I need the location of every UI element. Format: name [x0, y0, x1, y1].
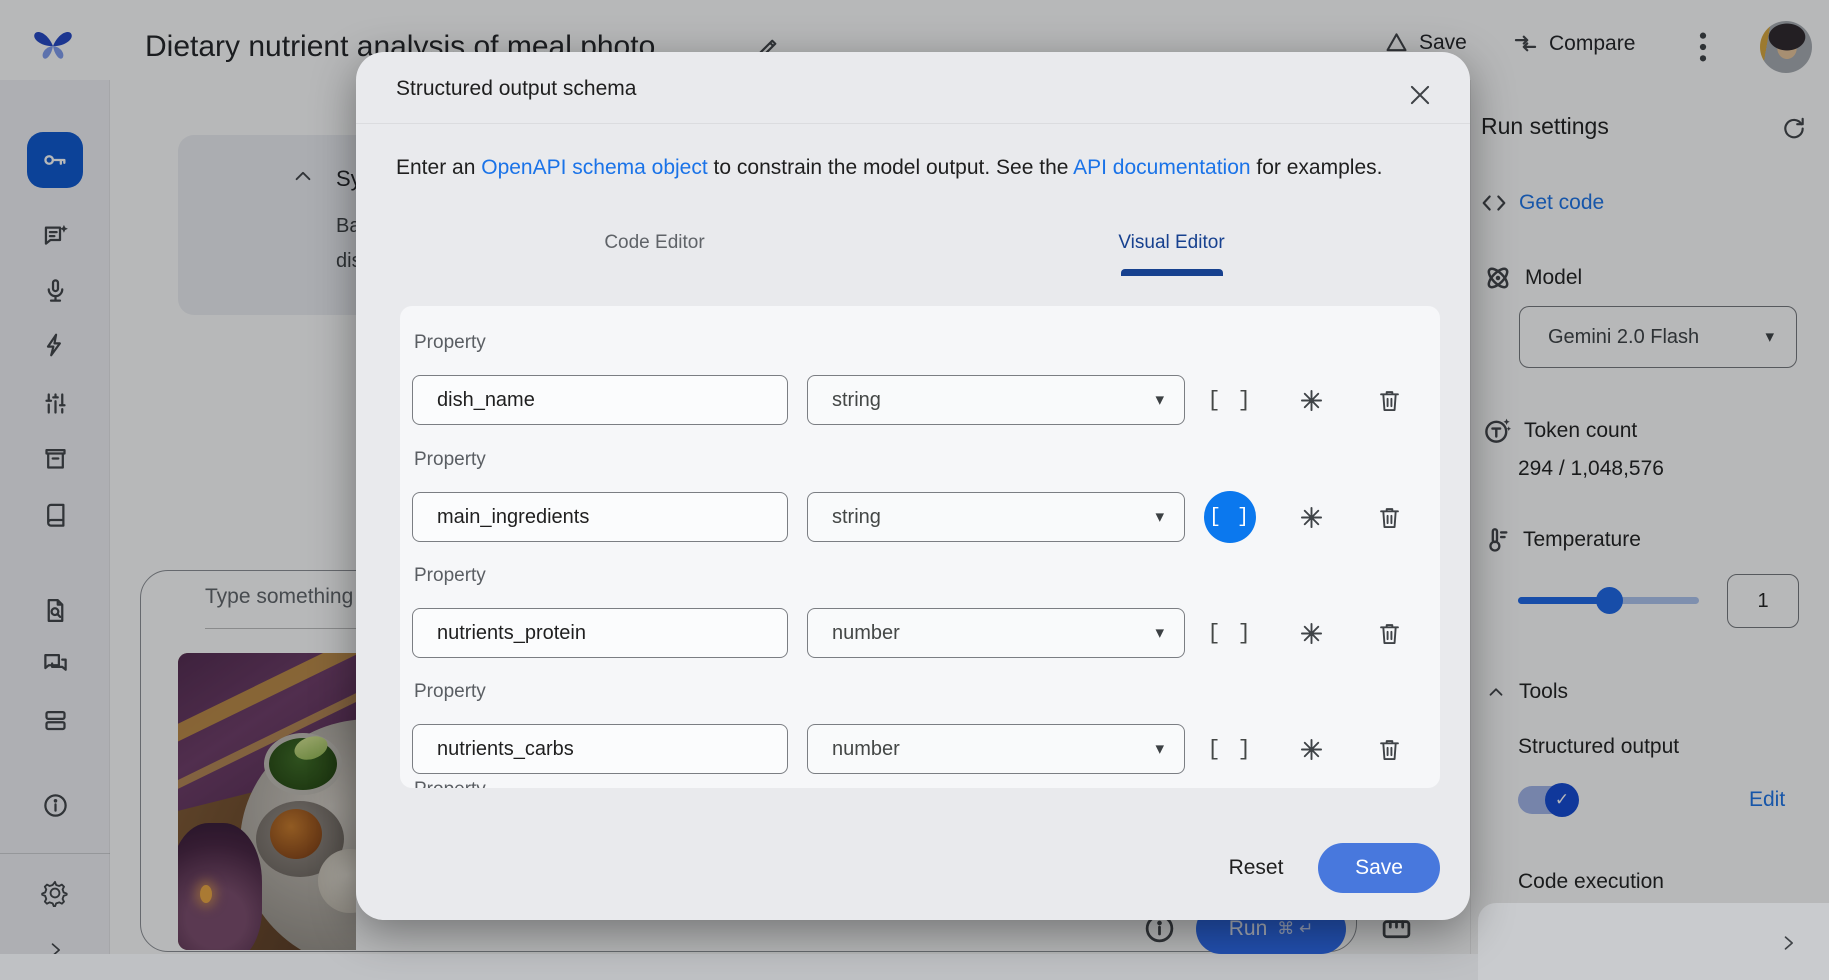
delete-property-trash-icon[interactable]: [1376, 736, 1403, 763]
property-label: Property: [414, 565, 486, 587]
property-name-input[interactable]: dish_name: [412, 375, 788, 425]
app-window: Dietary nutrient analysis of meal photo …: [0, 0, 1829, 980]
tab-visual-editor-label: Visual Editor: [1118, 232, 1224, 254]
property-type-value: string: [832, 389, 881, 412]
delete-property-trash-icon[interactable]: [1376, 504, 1403, 531]
type-caret-icon: ▾: [1155, 390, 1164, 410]
schema-properties-panel: Property dish_name string ▾ [ ] Property…: [400, 306, 1440, 788]
property-label-clipped: Property: [414, 779, 486, 788]
array-brackets-icon: [ ]: [1198, 734, 1262, 764]
schema-reset-button[interactable]: Reset: [1216, 843, 1296, 893]
expand-panel-chevron-icon[interactable]: [1778, 933, 1798, 953]
property-label: Property: [414, 681, 486, 703]
type-caret-icon: ▾: [1155, 739, 1164, 759]
required-asterisk-button[interactable]: [1298, 736, 1325, 763]
type-caret-icon: ▾: [1155, 507, 1164, 527]
dialog-title: Structured output schema: [396, 77, 636, 101]
property-name-input[interactable]: nutrients_protein: [412, 608, 788, 658]
property-type-select[interactable]: string ▾: [807, 492, 1185, 542]
tab-visual-editor[interactable]: Visual Editor: [913, 216, 1430, 276]
property-name-value: nutrients_protein: [437, 622, 586, 645]
editor-tabs: Code Editor Visual Editor: [396, 216, 1430, 276]
property-name-value: main_ingredients: [437, 506, 589, 529]
property-type-select[interactable]: string ▾: [807, 375, 1185, 425]
array-toggle-button-active[interactable]: [ ]: [1204, 491, 1256, 543]
bottom-right-collapsed-panel: [1478, 903, 1829, 980]
property-label: Property: [414, 449, 486, 471]
required-asterisk-button[interactable]: [1298, 504, 1325, 531]
delete-property-trash-icon[interactable]: [1376, 620, 1403, 647]
array-brackets-icon: [ ]: [1204, 491, 1256, 543]
property-type-select[interactable]: number ▾: [807, 724, 1185, 774]
array-toggle-button[interactable]: [ ]: [1198, 618, 1262, 648]
array-brackets-icon: [ ]: [1198, 618, 1262, 648]
active-tab-underline: [1121, 269, 1223, 276]
array-toggle-button[interactable]: [ ]: [1198, 734, 1262, 764]
tab-code-editor[interactable]: Code Editor: [396, 216, 913, 276]
description-text-2: to constrain the model output. See the: [708, 156, 1073, 179]
page-footer-strip: [0, 954, 1478, 980]
property-label: Property: [414, 332, 486, 354]
property-type-value: number: [832, 738, 900, 761]
structured-output-schema-dialog: Structured output schema Enter an OpenAP…: [356, 52, 1470, 920]
dialog-description: Enter an OpenAPI schema object to constr…: [396, 156, 1436, 180]
dialog-header-divider: [356, 123, 1470, 124]
openapi-schema-link[interactable]: OpenAPI schema object: [481, 156, 707, 179]
property-name-input[interactable]: main_ingredients: [412, 492, 788, 542]
api-documentation-link[interactable]: API documentation: [1073, 156, 1250, 179]
required-asterisk-button[interactable]: [1298, 387, 1325, 414]
property-name-input[interactable]: nutrients_carbs: [412, 724, 788, 774]
property-name-value: dish_name: [437, 389, 535, 412]
description-text-3: for examples.: [1251, 156, 1383, 179]
type-caret-icon: ▾: [1155, 623, 1164, 643]
property-name-value: nutrients_carbs: [437, 738, 574, 761]
dialog-close-icon[interactable]: [1400, 75, 1440, 115]
property-type-value: string: [832, 506, 881, 529]
array-toggle-button[interactable]: [ ]: [1198, 385, 1262, 415]
delete-property-trash-icon[interactable]: [1376, 387, 1403, 414]
required-asterisk-button[interactable]: [1298, 620, 1325, 647]
schema-save-button[interactable]: Save: [1318, 843, 1440, 893]
property-type-value: number: [832, 622, 900, 645]
array-brackets-icon: [ ]: [1198, 385, 1262, 415]
property-type-select[interactable]: number ▾: [807, 608, 1185, 658]
description-text-1: Enter an: [396, 156, 481, 179]
